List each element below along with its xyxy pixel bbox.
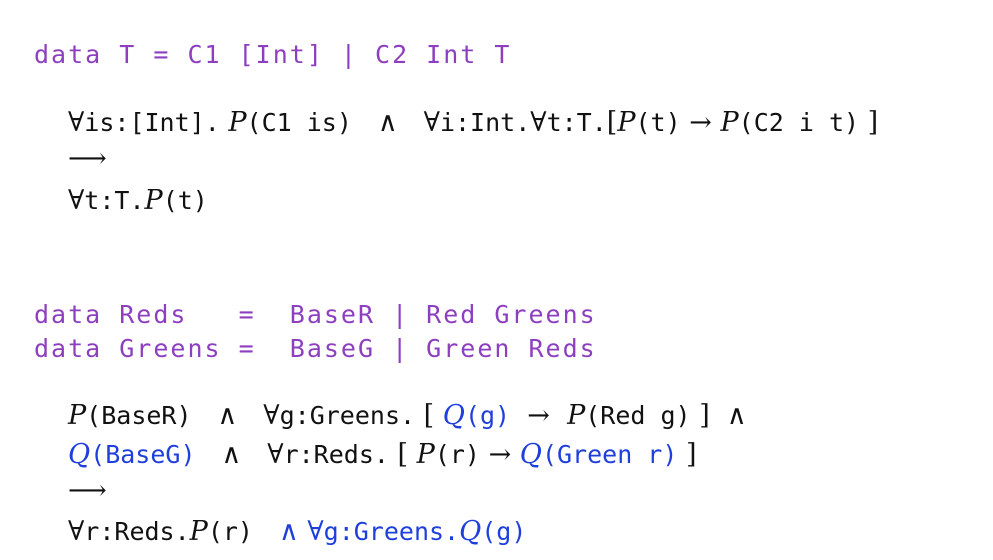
forall-symbol: ∀ [68, 107, 85, 138]
arrow-symbol: → [689, 107, 712, 138]
binder-i: i:Int. [439, 108, 531, 137]
forall-symbol: ∀ [68, 185, 85, 216]
and-symbol: ∧ [278, 516, 299, 547]
and-symbol: ∧ [726, 400, 747, 431]
predicate-p: P [144, 185, 163, 216]
binder-r: r:Reds. [283, 440, 389, 469]
argument-red-g: (Red g) [585, 401, 691, 430]
predicate-p: P [189, 516, 208, 547]
predicate-p: P [567, 400, 586, 431]
forall-symbol: ∀ [68, 516, 85, 547]
argument-base-r: (BaseR) [86, 401, 192, 430]
datatype-greens-declaration: data Greens = BaseG | Green Reds [34, 334, 597, 363]
arrow-symbol: → [527, 400, 550, 431]
binder-t: t:T. [84, 186, 145, 215]
predicate-q: Q [68, 439, 91, 470]
datatype-t-declaration: data T = C1 [Int] | C2 Int T [34, 40, 512, 69]
forall-symbol: ∀ [263, 400, 280, 431]
and-symbol: ∧ [217, 400, 238, 431]
mutual-conclusion: ∀r:Reds.P(r) ∧ ∀g:Greens.Q(g) [68, 516, 526, 547]
predicate-p: P [68, 400, 87, 431]
and-symbol: ∧ [221, 439, 242, 470]
argument-green-r: (Green r) [541, 440, 678, 469]
predicate-p: P [228, 107, 247, 138]
arrow-symbol: → [488, 439, 512, 470]
binder-is: is:[Int]. [84, 108, 220, 137]
argument-t: (t) [635, 108, 681, 137]
forall-symbol: ∀ [267, 439, 284, 470]
induction-conclusion-t: ∀t:T.P(t) [68, 185, 208, 216]
implies-arrow: ⟶ [68, 475, 107, 506]
bracket-open: [ [397, 439, 409, 470]
binder-g: g:Greens. [279, 401, 416, 430]
predicate-p: P [617, 107, 636, 138]
predicate-q: Q [519, 439, 542, 470]
argument-t: (t) [162, 186, 208, 215]
and-symbol: ∧ [377, 107, 398, 138]
mutual-premise-line-1: P(BaseR) ∧ ∀g:Greens. [ Q(g) → P(Red g) ] … [68, 400, 747, 431]
bracket-close: ] [686, 439, 697, 470]
predicate-q: Q [442, 400, 465, 431]
forall-symbol: ∀ [530, 107, 547, 138]
bracket-open: [ [423, 400, 435, 431]
argument-r: (r) [434, 440, 480, 469]
argument-c2-i-t: (C2 i t) [738, 108, 860, 137]
argument-base-g: (BaseG) [90, 440, 196, 469]
predicate-p: P [416, 439, 435, 470]
mutual-premise-line-2: Q(BaseG) ∧ ∀r:Reds. [ P(r) → Q(Green r) ] [68, 439, 697, 470]
induction-premise-line-t: ∀is:[Int]. P(C1 is) ∧ ∀i:Int.∀t:T.[P(t) → … [68, 107, 878, 138]
implies-arrow: ⟶ [68, 143, 107, 174]
argument-r: (r) [207, 517, 253, 546]
predicate-q: Q [459, 516, 482, 547]
bracket-open: [ [606, 107, 618, 138]
forall-symbol: ∀ [423, 107, 440, 138]
forall-symbol: ∀ [307, 516, 324, 547]
argument-g: (g) [481, 517, 527, 546]
binder-g: g:Greens. [323, 517, 460, 546]
binder-t: t:T. [546, 108, 607, 137]
bracket-close: ] [867, 107, 879, 138]
predicate-p: P [720, 107, 739, 138]
argument-c1-is: (C1 is) [246, 108, 352, 137]
binder-r: r:Reds. [84, 517, 190, 546]
datatype-reds-declaration: data Reds = BaseR | Red Greens [34, 300, 597, 329]
argument-g: (g) [464, 401, 511, 430]
bracket-close: ] [699, 400, 710, 431]
